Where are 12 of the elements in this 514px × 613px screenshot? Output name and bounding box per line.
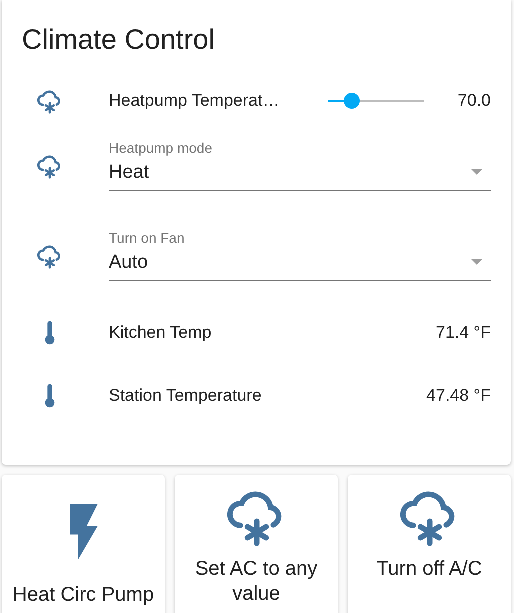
slider-value: 70.0 (458, 91, 491, 111)
sensor-value: 47.48 °F (426, 386, 491, 406)
dropdown-field[interactable]: Heatpump mode Heat (109, 137, 491, 191)
entity-name: Heatpump Temperat… (109, 91, 281, 111)
entity-name: Station Temperature (109, 386, 263, 406)
entity-name: Kitchen Temp (109, 323, 213, 343)
card-title: Climate Control (22, 24, 216, 56)
entity-button[interactable]: Turn off A/C (348, 475, 511, 613)
entity-button[interactable]: Set AC to any value (175, 475, 338, 613)
sensor-value: 71.4 °F (436, 323, 491, 343)
dropdown-field[interactable]: Turn on Fan Auto (109, 227, 491, 281)
entity-button[interactable]: Heat Circ Pump (2, 475, 165, 613)
